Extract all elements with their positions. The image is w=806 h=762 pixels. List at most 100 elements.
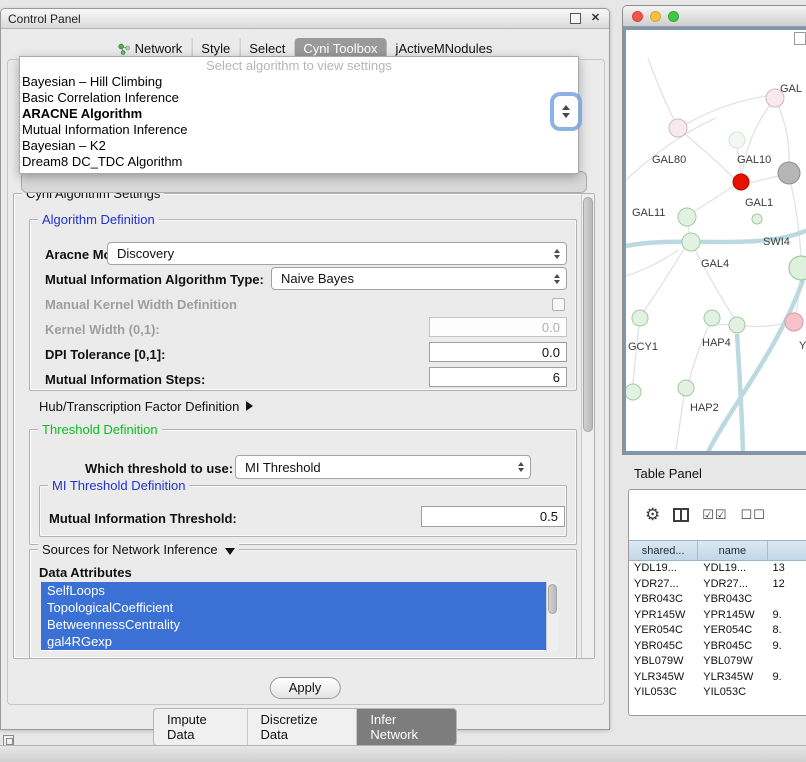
table-row[interactable]: YDR27...YDR27...12 bbox=[629, 577, 806, 593]
network-node[interactable] bbox=[729, 317, 745, 333]
network-node[interactable] bbox=[626, 384, 641, 400]
columns-icon[interactable] bbox=[673, 508, 689, 522]
table-cell[interactable]: 13 bbox=[768, 561, 806, 577]
table-column-header[interactable] bbox=[768, 541, 806, 560]
table-cell[interactable]: YDR27... bbox=[698, 577, 767, 593]
network-node[interactable] bbox=[778, 162, 800, 184]
table-cell[interactable]: YDR27... bbox=[629, 577, 698, 593]
algorithm-option[interactable]: Bayesian – Hill Climbing bbox=[20, 74, 578, 90]
bottom-tab-infer-network[interactable]: Infer Network bbox=[356, 709, 456, 745]
sources-group-title[interactable]: Sources for Network Inference bbox=[38, 542, 239, 557]
mi-type-combo[interactable]: Naive Bayes bbox=[271, 267, 567, 290]
algorithm-option[interactable]: Bayesian – K2 bbox=[20, 138, 578, 154]
birdseye-toggle[interactable] bbox=[794, 32, 806, 45]
algorithm-option[interactable]: Basic Correlation Inference bbox=[20, 90, 578, 106]
network-node-label: Y bbox=[799, 340, 806, 352]
table-cell[interactable]: YIL053C bbox=[629, 685, 698, 701]
float-window-button[interactable] bbox=[570, 13, 581, 24]
table-cell[interactable]: YDL19... bbox=[698, 561, 767, 577]
algorithm-option[interactable]: Dream8 DC_TDC Algorithm bbox=[20, 154, 578, 170]
mi-threshold-field[interactable]: 0.5 bbox=[421, 506, 565, 527]
network-node-label: HAP2 bbox=[690, 402, 719, 414]
manual-kernel-checkbox[interactable] bbox=[552, 298, 565, 311]
network-node[interactable] bbox=[682, 233, 700, 251]
network-node[interactable] bbox=[678, 208, 696, 226]
attribute-item[interactable]: gal4RGexp bbox=[41, 633, 546, 650]
table-cell[interactable]: YBR043C bbox=[629, 592, 698, 608]
settings-scrollbar[interactable] bbox=[581, 194, 594, 658]
table-cell[interactable]: YLR345W bbox=[698, 670, 767, 686]
hub-definition-expander[interactable]: Hub/Transcription Factor Definition bbox=[39, 399, 253, 415]
attribute-item[interactable]: BetweennessCentrality bbox=[41, 616, 546, 633]
attributes-scrollbar-thumb[interactable] bbox=[548, 584, 557, 614]
attribute-item[interactable]: TopologicalCoefficient bbox=[41, 599, 546, 616]
table-row[interactable]: YBR045CYBR045C9. bbox=[629, 639, 806, 655]
table-cell[interactable]: 9. bbox=[768, 670, 806, 686]
network-node[interactable] bbox=[704, 310, 720, 326]
table-cell[interactable]: YER054C bbox=[698, 623, 767, 639]
table-cell[interactable]: YDL19... bbox=[629, 561, 698, 577]
algorithm-option[interactable]: ARACNE Algorithm bbox=[20, 106, 578, 122]
close-window-button[interactable]: ✕ bbox=[590, 13, 601, 24]
table-column-header[interactable]: name bbox=[698, 541, 767, 560]
table-row[interactable]: YBR043CYBR043C bbox=[629, 592, 806, 608]
network-node[interactable] bbox=[785, 313, 803, 331]
table-cell[interactable]: 8. bbox=[768, 623, 806, 639]
control-panel-titlebar[interactable]: Control Panel ✕ bbox=[1, 9, 609, 29]
table-cell[interactable] bbox=[768, 654, 806, 670]
network-node[interactable] bbox=[789, 256, 806, 280]
table-row[interactable]: YER054CYER054C8. bbox=[629, 623, 806, 639]
network-canvas[interactable]: GAL80GALGAL10GAL11GAL1SWI4GAL4GCY1HAP4HA… bbox=[626, 30, 806, 454]
network-window-titlebar[interactable] bbox=[623, 6, 806, 27]
close-traffic-light[interactable] bbox=[632, 11, 643, 22]
table-cell[interactable] bbox=[768, 685, 806, 701]
table-cell[interactable]: YBL079W bbox=[629, 654, 698, 670]
table-cell[interactable]: YBL079W bbox=[698, 654, 767, 670]
select-all-checkboxes-icon[interactable]: ☑☑ bbox=[702, 507, 727, 523]
table-cell[interactable]: YPR145W bbox=[698, 608, 767, 624]
bottom-tab-discretize-data[interactable]: Discretize Data bbox=[247, 709, 357, 745]
table-cell[interactable]: YIL053C bbox=[698, 685, 767, 701]
algorithm-combo-remnant[interactable] bbox=[21, 171, 587, 193]
table-cell[interactable]: 9. bbox=[768, 639, 806, 655]
table-row[interactable]: YPR145WYPR145W9. bbox=[629, 608, 806, 624]
attributes-scrollbar[interactable] bbox=[546, 582, 558, 651]
kernel-width-field[interactable]: 0.0 bbox=[429, 317, 567, 337]
table-cell[interactable]: YBR045C bbox=[698, 639, 767, 655]
table-cell[interactable]: YPR145W bbox=[629, 608, 698, 624]
network-edge bbox=[791, 184, 801, 257]
network-node[interactable] bbox=[752, 214, 762, 224]
table-row[interactable]: YDL19...YDL19...13 bbox=[629, 561, 806, 577]
network-canvas-area[interactable]: GAL80GALGAL10GAL11GAL1SWI4GAL4GCY1HAP4HA… bbox=[623, 27, 806, 454]
table-row[interactable]: YIL053CYIL053C bbox=[629, 685, 806, 701]
table-cell[interactable]: YBR045C bbox=[629, 639, 698, 655]
network-node[interactable] bbox=[678, 380, 694, 396]
network-node[interactable] bbox=[632, 310, 648, 326]
which-threshold-combo[interactable]: MI Threshold bbox=[235, 455, 531, 479]
mi-steps-field[interactable]: 6 bbox=[429, 367, 567, 387]
algorithm-option[interactable]: Mutual Information Inference bbox=[20, 122, 578, 138]
table-cell[interactable]: 9. bbox=[768, 608, 806, 624]
aracne-mode-combo[interactable]: Discovery bbox=[107, 242, 567, 265]
deselect-all-checkboxes-icon[interactable]: ☐☐ bbox=[741, 507, 766, 523]
network-node[interactable] bbox=[669, 119, 687, 137]
bottom-tab-impute-data[interactable]: Impute Data bbox=[154, 709, 247, 745]
algorithm-combo-stepper[interactable] bbox=[553, 95, 579, 128]
minimize-traffic-light[interactable] bbox=[650, 11, 661, 22]
gear-icon[interactable]: ⚙ bbox=[645, 506, 660, 524]
table-cell[interactable]: YBR043C bbox=[698, 592, 767, 608]
apply-button[interactable]: Apply bbox=[270, 677, 341, 699]
table-row[interactable]: YBL079WYBL079W bbox=[629, 654, 806, 670]
zoom-traffic-light[interactable] bbox=[668, 11, 679, 22]
attribute-item[interactable]: SelfLoops bbox=[41, 582, 546, 599]
network-node[interactable] bbox=[733, 174, 749, 190]
table-row[interactable]: YLR345WYLR345W9. bbox=[629, 670, 806, 686]
table-cell[interactable]: YLR345W bbox=[629, 670, 698, 686]
table-cell[interactable]: YER054C bbox=[629, 623, 698, 639]
dpi-tolerance-field[interactable]: 0.0 bbox=[429, 342, 567, 362]
network-node[interactable] bbox=[729, 132, 745, 148]
table-column-header[interactable]: shared... bbox=[629, 541, 698, 560]
table-cell[interactable]: 12 bbox=[768, 577, 806, 593]
table-cell[interactable] bbox=[768, 592, 806, 608]
settings-scrollbar-thumb[interactable] bbox=[583, 197, 593, 432]
